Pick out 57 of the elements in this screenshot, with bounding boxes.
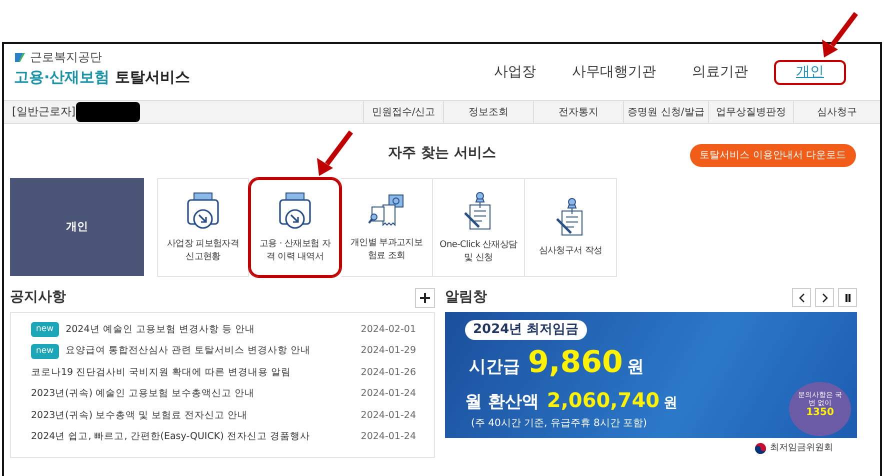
- section-title: 공지사항: [10, 288, 66, 307]
- notice-date: 2024-01-24: [360, 408, 416, 423]
- user-type-label: [일반근로자]: [12, 104, 76, 120]
- notice-date: 2024-01-29: [360, 344, 416, 358]
- banner-amount: 2,060,740 원: [546, 386, 678, 414]
- emblem-icon: [755, 443, 766, 454]
- pause-button[interactable]: [838, 288, 857, 307]
- banner-text: 월 환산액: [465, 390, 539, 414]
- notice-link[interactable]: 코로나19 진단검사비 국비지원 확대에 따른 변경내용 알림: [31, 366, 292, 380]
- logo-icon: [14, 52, 26, 62]
- committee-name: 최저임금위원회: [770, 442, 833, 455]
- top-nav-link[interactable]: 개인: [774, 60, 846, 84]
- more-button[interactable]: [415, 288, 435, 308]
- menu-item[interactable]: 전자통지: [533, 101, 623, 123]
- category-panel[interactable]: 개인: [10, 178, 144, 276]
- section-title: 알림창: [445, 288, 487, 307]
- next-button[interactable]: [815, 288, 834, 307]
- new-badge: new: [31, 344, 59, 359]
- banner-badge: 2024년 최저임금: [465, 320, 587, 340]
- menu-item[interactable]: 증명원 신청/발급: [623, 101, 708, 123]
- annotation-arrow: [822, 12, 858, 58]
- notice-date: 2024-01-26: [360, 366, 416, 380]
- previous-button[interactable]: [792, 288, 811, 307]
- menu-item[interactable]: 업무상질병판정: [708, 101, 793, 123]
- document-tray-icon: [186, 192, 220, 230]
- section-title: 자주 찾는 서비스: [388, 144, 496, 162]
- notice-link[interactable]: 요양급여 통합전산심사 관련 토탈서비스 변경사항 안내: [66, 344, 311, 358]
- chevron-left-icon: [798, 292, 806, 302]
- service-tile[interactable]: 심사청구서 작성: [525, 178, 617, 277]
- organization-name: 근로복지공단: [30, 49, 102, 66]
- chevron-right-icon: [820, 292, 828, 302]
- plus-icon: [420, 292, 430, 303]
- menu-item[interactable]: 정보조회: [443, 101, 533, 123]
- notice-link[interactable]: 2024년 쉽고, 빠르고, 간편한(Easy-QUICK) 전자신고 경품행사: [31, 430, 310, 444]
- pause-icon: [844, 292, 852, 302]
- document-tray-icon: [278, 192, 312, 230]
- notice-link[interactable]: 2023년(귀속) 예술인 고용보험 보수총액신고 안내: [31, 387, 255, 402]
- menu-item[interactable]: 심사청구: [793, 101, 880, 123]
- notice-link[interactable]: 2023년(귀속) 보수총액 및 보험료 전자신고 안내: [31, 408, 248, 423]
- top-nav-link[interactable]: 사무대행기관: [562, 60, 666, 84]
- annotation-arrow: [317, 130, 353, 176]
- notice-date: 2024-01-24: [360, 430, 416, 444]
- notice-date: 2024-01-24: [360, 387, 416, 402]
- notice-link[interactable]: 2024년 예술인 고용보험 변경사항 등 안내: [66, 322, 255, 337]
- menu-item[interactable]: 민원접수/신고: [363, 101, 443, 123]
- banner-text: 시간급: [469, 356, 520, 378]
- service-tile[interactable]: 개인별 부과고지보 험료 조회: [341, 178, 433, 277]
- service-tile[interactable]: 사업장 피보험자격 신고현황: [157, 178, 249, 277]
- banner-amount: 9,860 원: [528, 344, 644, 382]
- notice-date: 2024-02-01: [360, 322, 416, 337]
- service-tile[interactable]: 고용 · 산재보험 자 격 이력 내역서: [249, 178, 341, 277]
- top-nav-link[interactable]: 의료기관: [682, 60, 758, 84]
- banner-note: (주 40시간 기준, 유급주휴 8시간 포함): [470, 418, 647, 429]
- service-tile[interactable]: One-Click 산재상담 및 신청: [433, 178, 525, 277]
- top-nav-link[interactable]: 사업장: [484, 60, 546, 84]
- new-badge: new: [31, 322, 59, 338]
- service-title: 고용·산재보험 토탈서비스: [14, 67, 190, 88]
